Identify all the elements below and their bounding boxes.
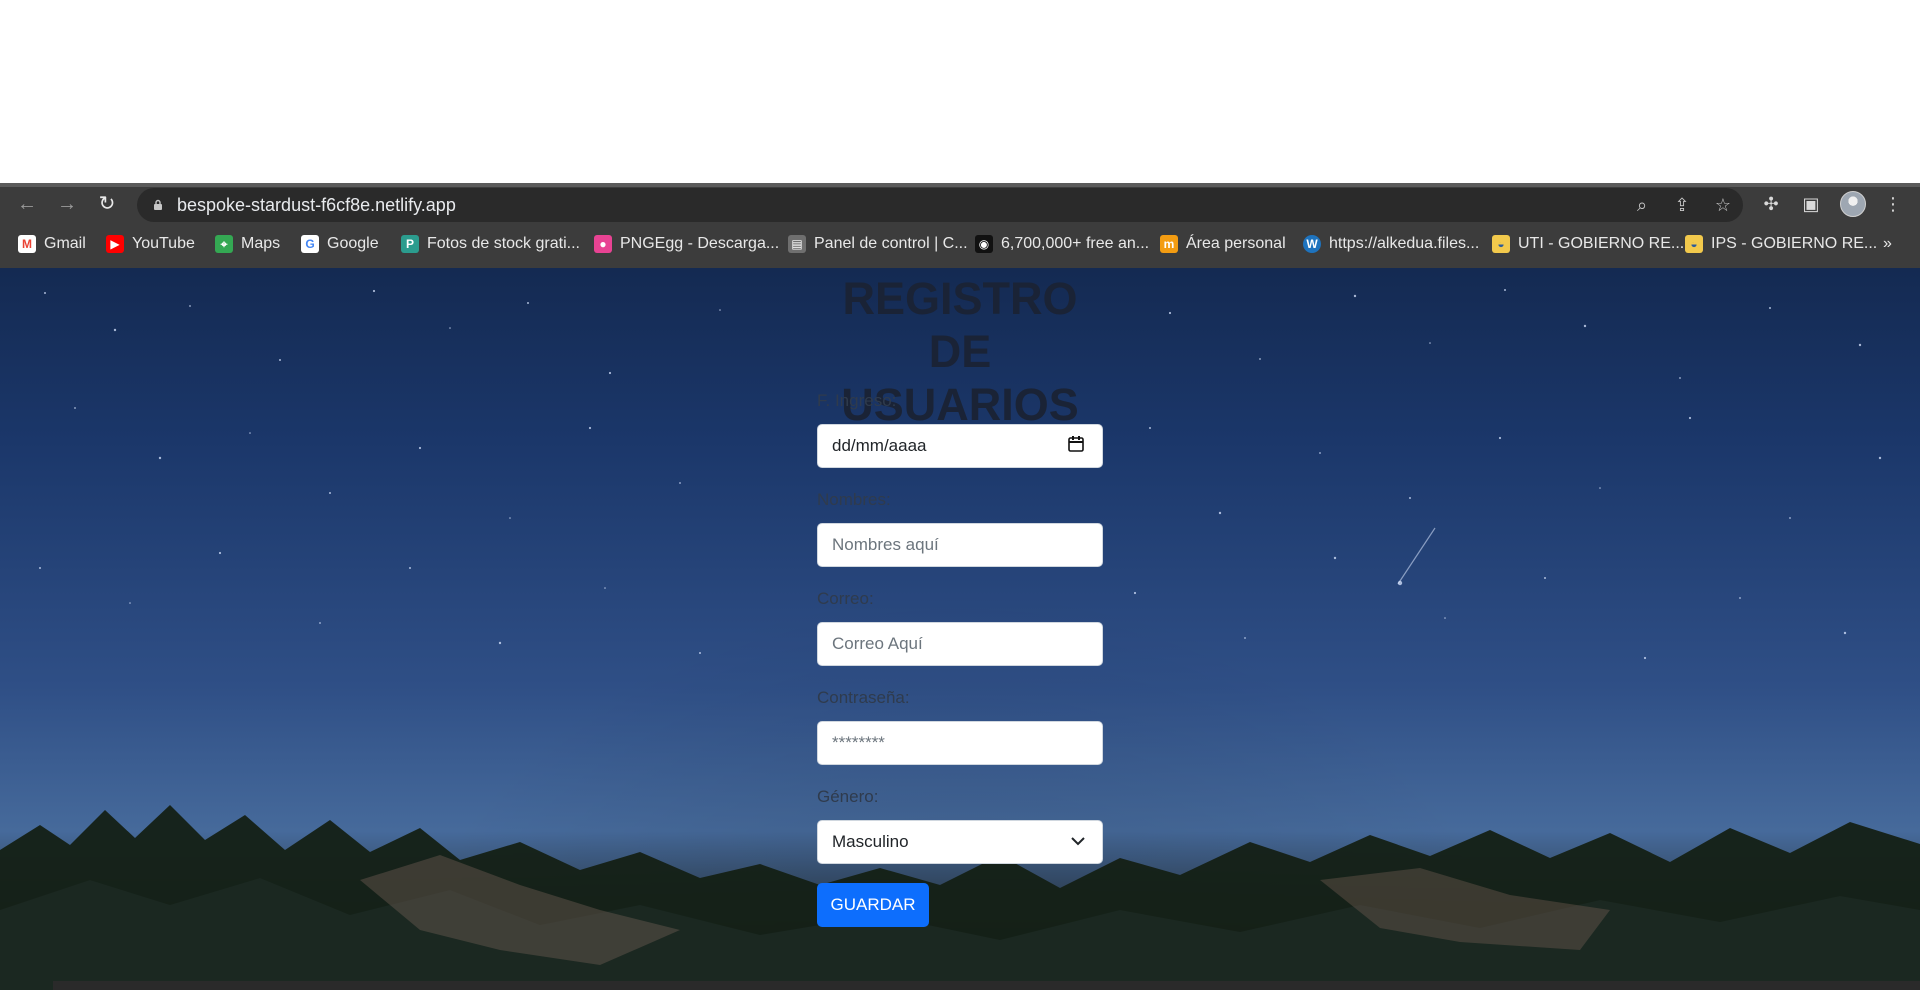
stock-photos-icon: P	[401, 235, 419, 253]
bookmark-personal-area[interactable]: m Área personal	[1160, 232, 1286, 256]
bookmark-star-icon[interactable]: ☆	[1712, 194, 1734, 216]
bookmark-label: Maps	[241, 235, 281, 252]
gmail-icon: M	[18, 235, 36, 253]
wordpress-icon: W	[1303, 235, 1321, 253]
personal-area-icon: m	[1160, 235, 1178, 253]
email-label: Correo:	[817, 589, 874, 608]
bookmark-label: Google	[327, 235, 379, 252]
gender-select[interactable]: Masculino	[817, 820, 1103, 864]
title-line-1: REGISTRO	[842, 273, 1078, 324]
bookmark-government-2[interactable]: ◒ IPS - GOBIERNO RE...	[1685, 232, 1877, 256]
bookmark-label: Fotos de stock grati...	[427, 235, 580, 252]
bookmark-label: Gmail	[44, 235, 86, 252]
extensions-icon[interactable]: ✣	[1758, 191, 1784, 217]
bookmark-label: PNGEgg - Descarga...	[620, 235, 780, 252]
save-button[interactable]: GUARDAR	[817, 883, 929, 927]
bookmark-gmail[interactable]: M Gmail	[18, 232, 86, 256]
reload-icon[interactable]: ↻	[93, 190, 121, 218]
back-arrow-icon[interactable]: ←	[13, 190, 41, 218]
control-panel-icon: ▤	[788, 235, 806, 253]
bookmark-label: 6,700,000+ free an...	[1001, 235, 1150, 252]
bookmark-maps[interactable]: ⌖ Maps	[215, 232, 280, 256]
pngegg-icon: ●	[594, 235, 612, 253]
gender-label: Género:	[817, 787, 879, 806]
title-line-2: DE USUARIOS	[841, 326, 1079, 430]
google-icon: G	[301, 235, 319, 253]
bookmark-label: IPS - GOBIERNO RE...	[1711, 235, 1878, 252]
bookmark-label: Panel de control | C...	[814, 235, 968, 252]
forward-arrow-icon[interactable]: →	[53, 190, 81, 218]
calendar-icon[interactable]	[1067, 435, 1085, 453]
bookmark-free-images[interactable]: ◉ 6,700,000+ free an...	[975, 232, 1149, 256]
entry-date-label: F. Ingreso:	[817, 391, 897, 410]
chevron-down-icon	[1071, 837, 1085, 846]
email-input[interactable]: Correo Aquí	[817, 622, 1103, 666]
bookmark-overflow[interactable]: »	[1883, 232, 1892, 256]
bottom-scroll-area	[53, 981, 1920, 990]
bookmark-label: https://alkedua.files...	[1329, 235, 1480, 252]
bookmark-wordpress[interactable]: W https://alkedua.files...	[1303, 232, 1479, 256]
toolbar-separator	[0, 183, 1920, 187]
bookmark-pngegg[interactable]: ● PNGEgg - Descarga...	[594, 232, 779, 256]
bookmark-label: Área personal	[1186, 235, 1286, 252]
entry-date-input[interactable]: dd/mm/aaaa	[817, 424, 1103, 468]
lock-icon	[154, 199, 162, 210]
menu-icon[interactable]: ⋮	[1880, 191, 1906, 217]
password-input[interactable]: ********	[817, 721, 1103, 765]
bookmark-youtube[interactable]: ▶ YouTube	[106, 232, 195, 256]
profile-avatar[interactable]	[1840, 191, 1866, 217]
name-label: Nombres:	[817, 490, 891, 509]
zoom-icon[interactable]: ⌕	[1631, 194, 1653, 216]
side-panel-icon[interactable]: ▣	[1798, 191, 1824, 217]
bookmark-control-panel[interactable]: ▤ Panel de control | C...	[788, 232, 968, 256]
blank-top-area	[0, 0, 1920, 183]
password-label: Contraseña:	[817, 688, 910, 707]
bookmark-government[interactable]: ◒ UTI - GOBIERNO RE...	[1492, 232, 1684, 256]
free-images-icon: ◉	[975, 235, 993, 253]
government-icon-2: ◒	[1685, 235, 1703, 253]
maps-icon: ⌖	[215, 235, 233, 253]
share-icon[interactable]: ⇪	[1671, 194, 1693, 216]
forest-silhouette	[0, 805, 1920, 990]
bookmark-google[interactable]: G Google	[301, 232, 379, 256]
bookmark-stock-photos[interactable]: P Fotos de stock grati...	[401, 232, 580, 256]
bookmark-label: YouTube	[132, 235, 195, 252]
government-icon: ◒	[1492, 235, 1510, 253]
bookmark-label: UTI - GOBIERNO RE...	[1518, 235, 1685, 252]
youtube-icon: ▶	[106, 235, 124, 253]
url-text[interactable]: bespoke-stardust-f6cf8e.netlify.app	[177, 193, 456, 217]
name-input[interactable]: Nombres aquí	[817, 523, 1103, 567]
